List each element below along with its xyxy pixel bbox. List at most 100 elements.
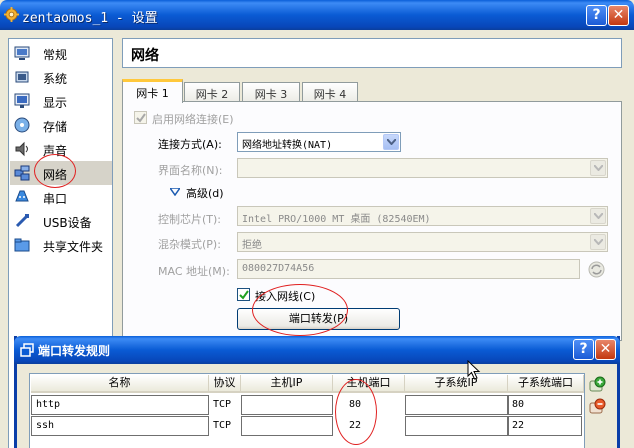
rule-host-ip bbox=[242, 397, 245, 415]
attached-to-value: 网络地址转换(NAT) bbox=[242, 140, 333, 151]
interface-name-select[interactable] bbox=[237, 158, 608, 178]
rule-protocol: TCP bbox=[213, 420, 232, 431]
sidebar-item-label: 显示 bbox=[43, 96, 68, 110]
host-ip-cell[interactable] bbox=[241, 416, 333, 436]
sidebar-item-storage[interactable]: 存储 bbox=[10, 113, 112, 137]
sidebar-item-audio[interactable]: 声音 bbox=[10, 137, 112, 161]
mac-address-value: 080027D74A56 bbox=[242, 263, 315, 274]
column-header-guest-port[interactable]: 子系统端口 bbox=[508, 375, 584, 393]
cable-connected-checkbox[interactable] bbox=[237, 288, 250, 301]
sidebar-item-label: 系统 bbox=[43, 72, 68, 86]
rule-guest-port: 22 bbox=[512, 420, 525, 431]
general-icon bbox=[14, 46, 30, 60]
column-header-host-ip[interactable]: 主机IP bbox=[241, 375, 333, 393]
sidebar-item-label: 声音 bbox=[43, 144, 68, 158]
display-icon bbox=[14, 93, 30, 108]
promiscuous-mode-value: 拒绝 bbox=[242, 240, 262, 251]
close-button[interactable]: ✕ bbox=[608, 5, 629, 26]
enable-adapter-label: 启用网络连接(E) bbox=[152, 113, 234, 126]
page-title: 网络 bbox=[131, 48, 159, 64]
dialog-title-bar[interactable]: 端口转发规则 ? ✕ bbox=[14, 336, 620, 364]
sidebar-item-label: 常规 bbox=[43, 48, 68, 62]
sidebar-item-general[interactable]: 常规 bbox=[10, 41, 112, 65]
mac-address-field[interactable]: 080027D74A56 bbox=[237, 259, 580, 279]
rule-host-ip bbox=[242, 418, 245, 436]
rule-name: ssh bbox=[36, 420, 55, 431]
refresh-icon[interactable] bbox=[588, 261, 605, 278]
column-header-name[interactable]: 名称 bbox=[31, 375, 209, 393]
system-icon bbox=[15, 71, 29, 83]
sidebar-item-label: 存储 bbox=[43, 120, 68, 134]
interface-name-label: 界面名称(N): bbox=[158, 164, 223, 177]
rule-host-port: 22 bbox=[349, 420, 362, 431]
rule-guest-ip bbox=[406, 397, 409, 415]
help-button[interactable]: ? bbox=[586, 5, 607, 26]
attached-to-label: 连接方式(A): bbox=[158, 138, 222, 151]
usb-icon bbox=[15, 214, 29, 228]
sidebar-item-label: 串口 bbox=[43, 192, 68, 206]
remove-rule-icon[interactable] bbox=[588, 398, 606, 416]
sidebar-item-label: 网络 bbox=[43, 168, 68, 182]
guest-ip-cell[interactable] bbox=[405, 416, 508, 436]
window-icon bbox=[20, 343, 34, 357]
column-header-guest-ip[interactable]: 子系统IP bbox=[405, 375, 508, 393]
rule-name: http bbox=[36, 399, 61, 410]
checkmark-icon bbox=[239, 290, 249, 300]
dialog-help-button[interactable]: ? bbox=[573, 339, 594, 360]
audio-icon bbox=[15, 141, 28, 157]
sidebar-item-label: 共享文件夹 bbox=[43, 240, 104, 254]
chevron-down-icon bbox=[383, 134, 399, 150]
port-forwarding-dialog: 端口转发规则 ? ✕ 名称 协议 主机IP 主机端口 子系统IP 子系统端口 h… bbox=[14, 336, 620, 448]
host-ip-cell[interactable] bbox=[241, 395, 333, 415]
mouse-cursor-icon bbox=[467, 360, 481, 380]
name-cell[interactable] bbox=[31, 416, 209, 436]
adapter-type-label: 控制芯片(T): bbox=[158, 213, 222, 226]
promiscuous-mode-label: 混杂模式(P): bbox=[158, 238, 221, 251]
sidebar-item-serial[interactable]: 串口 bbox=[10, 185, 112, 209]
checkmark-icon bbox=[136, 113, 146, 123]
tab-adapter-3[interactable]: 网卡 3 bbox=[242, 82, 300, 102]
settings-window: zentaomos_1 - 设置 ? ✕ 常规 系统 显示 存储 声音 网络 串… bbox=[0, 0, 634, 448]
storage-icon bbox=[14, 117, 30, 133]
port-forwarding-button[interactable]: 端口转发(P) bbox=[237, 308, 400, 330]
expand-triangle-icon[interactable] bbox=[170, 188, 180, 196]
tab-adapter-4[interactable]: 网卡 4 bbox=[302, 82, 358, 102]
enable-adapter-checkbox[interactable] bbox=[134, 111, 147, 124]
chevron-down-icon bbox=[590, 234, 606, 250]
sidebar-item-network[interactable]: 网络 bbox=[10, 161, 112, 185]
chevron-down-icon bbox=[590, 208, 606, 224]
adapter-type-select[interactable]: Intel PRO/1000 MT 桌面 (82540EM) bbox=[237, 206, 608, 226]
sidebar-item-system[interactable]: 系统 bbox=[10, 65, 112, 89]
page-header: 网络 bbox=[122, 38, 622, 68]
rule-guest-ip bbox=[406, 418, 409, 436]
guest-ip-cell[interactable] bbox=[405, 395, 508, 415]
sidebar-item-shared-folders[interactable]: 共享文件夹 bbox=[10, 233, 112, 257]
advanced-toggle[interactable]: 高级(d) bbox=[186, 185, 224, 201]
rule-protocol: TCP bbox=[213, 399, 232, 410]
rule-guest-port: 80 bbox=[512, 399, 525, 410]
column-header-protocol[interactable]: 协议 bbox=[209, 375, 241, 393]
tab-adapter-2[interactable]: 网卡 2 bbox=[184, 82, 240, 102]
shared-folder-icon bbox=[14, 238, 30, 252]
window-title: zentaomos_1 - 设置 bbox=[22, 11, 158, 26]
port-forwarding-table: 名称 协议 主机IP 主机端口 子系统IP 子系统端口 http TCP 80 … bbox=[29, 373, 585, 448]
title-bar[interactable]: zentaomos_1 - 设置 ? ✕ bbox=[0, 0, 634, 30]
dialog-title: 端口转发规则 bbox=[38, 344, 111, 358]
tab-adapter-1[interactable]: 网卡 1 bbox=[122, 79, 183, 103]
mac-address-label: MAC 地址(M): bbox=[158, 265, 230, 278]
serial-icon bbox=[15, 190, 29, 202]
network-icon bbox=[14, 165, 30, 181]
chevron-down-icon bbox=[590, 160, 606, 176]
sidebar-item-display[interactable]: 显示 bbox=[10, 89, 112, 113]
gear-icon bbox=[4, 7, 19, 22]
sidebar-item-usb[interactable]: USB设备 bbox=[10, 209, 112, 233]
rule-host-port: 80 bbox=[349, 399, 362, 410]
promiscuous-mode-select[interactable]: 拒绝 bbox=[237, 232, 608, 252]
attached-to-select[interactable]: 网络地址转换(NAT) bbox=[237, 132, 401, 152]
dialog-close-button[interactable]: ✕ bbox=[595, 339, 616, 360]
add-rule-icon[interactable] bbox=[588, 376, 606, 394]
adapter-type-value: Intel PRO/1000 MT 桌面 (82540EM) bbox=[242, 214, 431, 225]
sidebar-item-label: USB设备 bbox=[43, 216, 92, 230]
cable-connected-label: 接入网线(C) bbox=[255, 290, 316, 303]
column-header-host-port[interactable]: 主机端口 bbox=[333, 375, 405, 393]
